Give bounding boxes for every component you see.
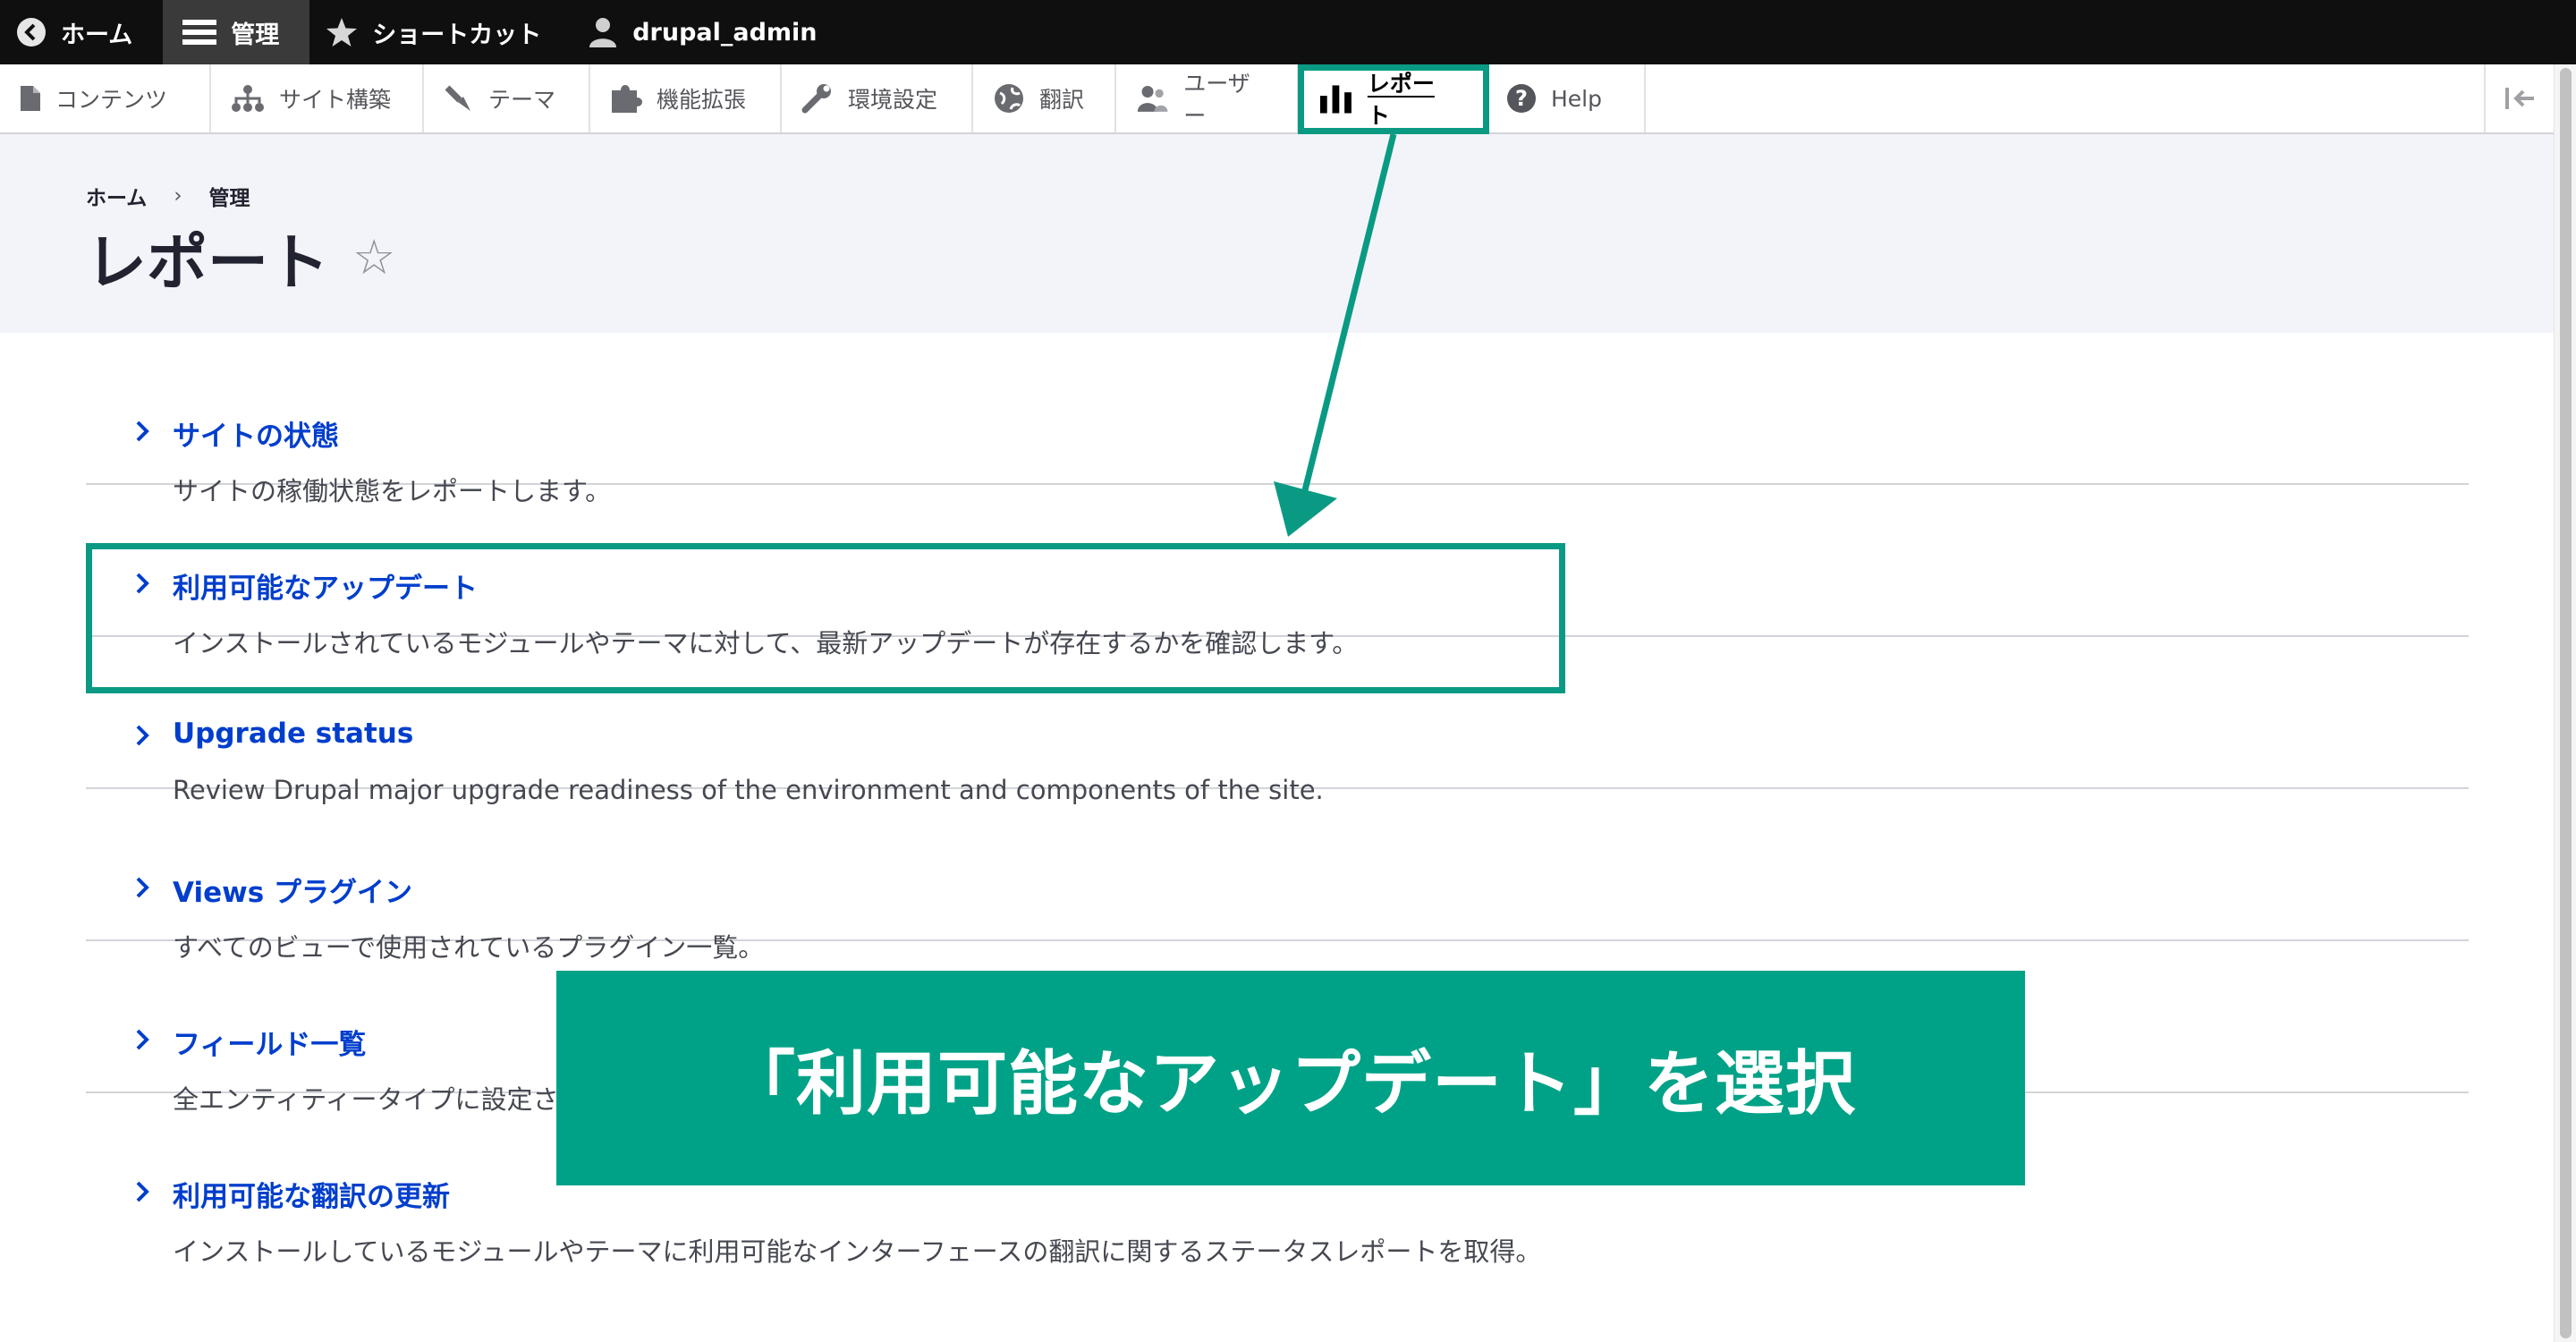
- instruction-callout: 「利用可能なアップデート」を選択: [556, 971, 2025, 1185]
- instruction-callout-text: 「利用可能なアップデート」を選択: [724, 1044, 1856, 1125]
